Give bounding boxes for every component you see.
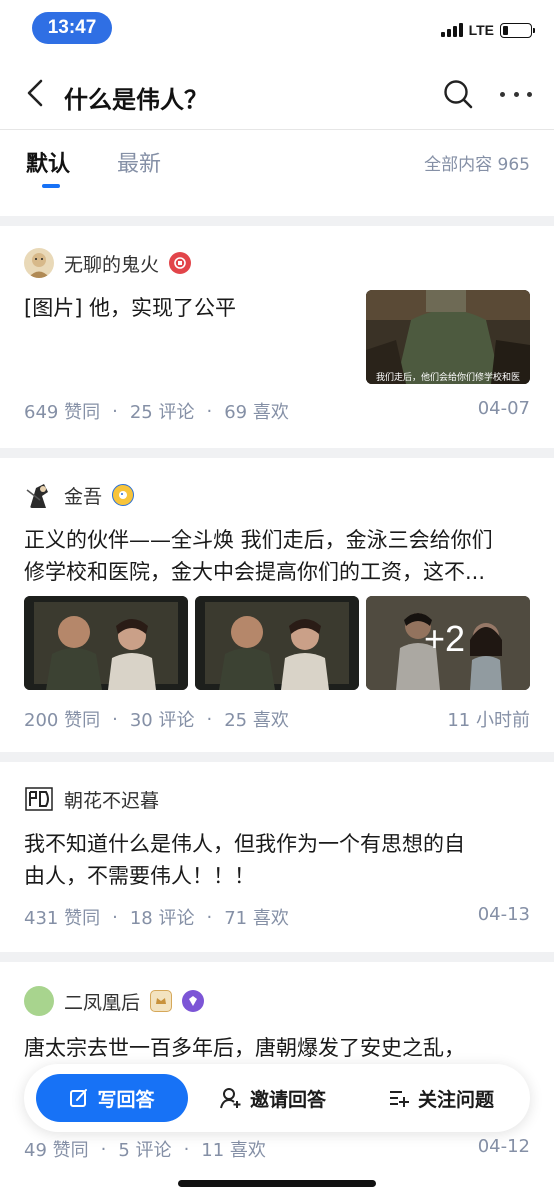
more-images-count: +2 bbox=[424, 618, 466, 659]
search-button[interactable] bbox=[442, 78, 474, 110]
screen: 13:47 LTE 什么是伟人？ 默认 最新 全部内容 965 无聊的鬼火 [图… bbox=[0, 0, 554, 1200]
answer-author[interactable]: 金吾 bbox=[24, 480, 135, 510]
like-count: 11 喜欢 bbox=[201, 1140, 266, 1161]
signal-icon bbox=[440, 23, 463, 37]
answer-image[interactable] bbox=[24, 596, 188, 690]
write-answer-label: 写回答 bbox=[97, 1088, 155, 1111]
upvote-count: 649 赞同 bbox=[24, 402, 101, 423]
answer-excerpt-line: 我不知道什么是伟人，但我作为一个有思想的自 bbox=[24, 832, 465, 856]
total-count: 全部内容 965 bbox=[424, 155, 530, 175]
separator: · bbox=[183, 1138, 190, 1160]
follow-list-icon bbox=[390, 1091, 409, 1107]
back-button[interactable] bbox=[18, 76, 52, 110]
invite-user-icon bbox=[220, 1088, 241, 1109]
thumbs-badge-icon bbox=[169, 252, 192, 274]
comment-count[interactable]: 5 评论 bbox=[118, 1136, 171, 1162]
avatar[interactable] bbox=[24, 784, 54, 814]
bottom-action-bar: 写回答 邀请回答 关注问题 bbox=[24, 1064, 530, 1132]
avatar[interactable] bbox=[24, 480, 54, 510]
separator: · bbox=[206, 906, 213, 928]
crown-badge-icon bbox=[150, 990, 173, 1012]
answer-card[interactable]: 金吾 正义的伙伴——全斗焕 我们走后，金泳三会给你们 修学校和医院，金大中会提高… bbox=[0, 458, 554, 752]
status-indicators: LTE bbox=[440, 22, 535, 38]
more-icon bbox=[500, 91, 505, 97]
follow-question-label: 关注问题 bbox=[418, 1088, 495, 1111]
answer-date: 04-13 bbox=[477, 904, 530, 925]
page-title: 什么是伟人？ bbox=[64, 86, 208, 114]
upvote-count: 431 赞同 bbox=[24, 908, 101, 929]
answer-excerpt-line: 修学校和医院，金大中会提高你们的工资，这不... bbox=[24, 560, 486, 584]
answer-card[interactable]: 朝花不迟暮 我不知道什么是伟人，但我作为一个有思想的自 由人，不需要伟人！！！ … bbox=[0, 762, 554, 952]
answer-date: 04-07 bbox=[477, 398, 530, 419]
invite-answer-label: 邀请回答 bbox=[250, 1088, 327, 1111]
upvote-count: 200 赞同 bbox=[24, 710, 101, 731]
separator: · bbox=[206, 400, 213, 422]
answer-excerpt[interactable]: 正义的伙伴——全斗焕 我们走后，金泳三会给你们 修学校和医院，金大中会提高你们的… bbox=[24, 524, 530, 588]
answer-author[interactable]: 二凤凰后 bbox=[24, 986, 205, 1016]
answer-author[interactable]: 无聊的鬼火 bbox=[24, 248, 192, 278]
sun-badge-icon bbox=[112, 484, 135, 506]
gem-badge-icon bbox=[182, 990, 205, 1012]
more-icon-dot bbox=[513, 91, 519, 97]
answer-stats: 200 赞同 · 30 评论 · 25 喜欢 bbox=[24, 706, 289, 732]
separator: · bbox=[112, 708, 118, 730]
sort-tabs: 默认 最新 全部内容 965 bbox=[0, 130, 554, 216]
answer-image[interactable] bbox=[195, 596, 359, 690]
like-count: 71 喜欢 bbox=[224, 908, 289, 929]
author-name[interactable]: 二凤凰后 bbox=[64, 988, 140, 1015]
answer-card[interactable]: 无聊的鬼火 [图片] 他，实现了公平 我们走后，他们会给你们修学校和医 649 … bbox=[0, 226, 554, 448]
tab-newest[interactable]: 最新 bbox=[117, 146, 161, 178]
tab-default[interactable]: 默认 bbox=[26, 146, 70, 178]
battery-icon bbox=[500, 22, 535, 38]
answer-date: 04-12 bbox=[477, 1136, 530, 1157]
nav-bar: 什么是伟人？ bbox=[0, 56, 554, 130]
battery-level bbox=[503, 25, 509, 35]
answer-excerpt[interactable]: 我不知道什么是伟人，但我作为一个有思想的自 由人，不需要伟人！！！ bbox=[24, 828, 530, 892]
answer-author[interactable]: 朝花不迟暮 bbox=[24, 784, 159, 814]
separator: · bbox=[112, 400, 118, 422]
status-bar: 13:47 LTE bbox=[0, 0, 554, 56]
search-icon bbox=[444, 80, 473, 109]
more-button[interactable] bbox=[500, 86, 532, 102]
author-name[interactable]: 朝花不迟暮 bbox=[64, 786, 159, 813]
separator: · bbox=[206, 708, 213, 730]
like-count: 25 喜欢 bbox=[224, 710, 289, 731]
back-arrow-icon bbox=[27, 79, 43, 107]
answer-excerpt[interactable]: [图片] 他，实现了公平 bbox=[24, 292, 344, 324]
answer-excerpt-line: 由人，不需要伟人！！！ bbox=[24, 864, 255, 888]
status-time: 13:47 bbox=[32, 12, 112, 44]
author-name[interactable]: 无聊的鬼火 bbox=[64, 250, 159, 277]
image-subtitle: 我们走后，他们会给你们修学校和医 bbox=[375, 373, 520, 383]
comment-count[interactable]: 30 评论 bbox=[130, 706, 195, 732]
separator: · bbox=[112, 906, 118, 928]
write-answer-button[interactable]: 写回答 bbox=[36, 1074, 188, 1122]
network-label: LTE bbox=[468, 22, 494, 38]
edit-icon bbox=[70, 1089, 88, 1107]
avatar[interactable] bbox=[24, 986, 54, 1016]
answer-stats: 649 赞同 · 25 评论 · 69 喜欢 bbox=[24, 398, 289, 424]
follow-question-button[interactable]: 关注问题 bbox=[388, 1074, 494, 1122]
answer-stats: 49 赞同 · 5 评论 · 11 喜欢 bbox=[24, 1136, 266, 1162]
comment-count[interactable]: 25 评论 bbox=[130, 398, 195, 424]
comment-count[interactable]: 18 评论 bbox=[130, 904, 195, 930]
answer-image[interactable]: +2 bbox=[366, 596, 530, 690]
author-name[interactable]: 金吾 bbox=[64, 482, 102, 509]
upvote-count: 49 赞同 bbox=[24, 1140, 89, 1161]
like-count: 69 喜欢 bbox=[224, 402, 289, 423]
home-indicator[interactable] bbox=[178, 1180, 376, 1187]
avatar[interactable] bbox=[24, 248, 54, 278]
answer-excerpt[interactable]: 唐太宗去世一百多年后，唐朝爆发了安史之乱， bbox=[24, 1032, 530, 1064]
tab-active-indicator bbox=[42, 184, 60, 188]
answer-stats: 431 赞同 · 18 评论 · 71 喜欢 bbox=[24, 904, 289, 930]
separator: · bbox=[100, 1138, 107, 1160]
more-icon-dot bbox=[527, 91, 532, 97]
answer-image[interactable]: 我们走后，他们会给你们修学校和医 bbox=[366, 290, 530, 384]
answer-excerpt-line: 正义的伙伴——全斗焕 我们走后，金泳三会给你们 bbox=[24, 528, 493, 552]
answer-date: 11 小时前 bbox=[447, 710, 530, 731]
invite-answer-button[interactable]: 邀请回答 bbox=[220, 1074, 326, 1122]
